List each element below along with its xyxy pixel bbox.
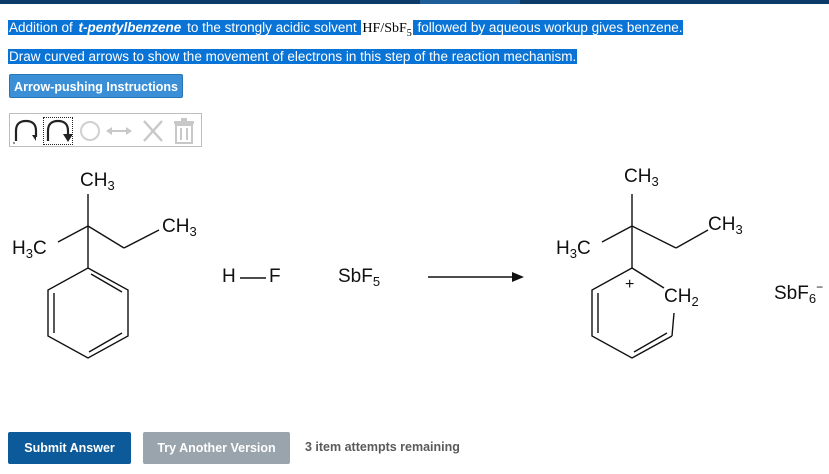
compound-name: t-pentylbenzene (77, 20, 183, 35)
reaction-canvas[interactable]: CH3 CH3 H3C H F SbF5 CH3 CH3 H3C + CH2 S… (0, 150, 829, 420)
reactant-bond-left (57, 225, 89, 243)
reactant-h3c-sub: 3 (25, 246, 33, 261)
references-tab[interactable] (420, 0, 520, 4)
product-bond-ch2 (631, 267, 665, 289)
product-h3c-c: C (576, 238, 591, 259)
reactant-bond-right (87, 225, 125, 249)
arrow-pushing-instructions-button[interactable]: Arrow-pushing Instructions (9, 74, 183, 98)
reactant-ch3-right-sub: 3 (189, 224, 197, 239)
acid-formula: HF/SbF5 (361, 21, 413, 39)
double-arrow-icon[interactable] (104, 117, 134, 145)
submit-answer-button[interactable]: Submit Answer (8, 432, 131, 464)
product-ch2-sub: 2 (691, 294, 699, 309)
product-h3c-h: H (556, 238, 570, 259)
drawing-toolbar (9, 113, 202, 147)
try-another-version-button[interactable]: Try Another Version (143, 432, 290, 464)
reaction-bonds (47, 194, 709, 359)
reactant-ch3-top-sub: 3 (107, 178, 115, 193)
reaction-arrow-head (512, 272, 524, 282)
sbf6-label: SbF6− (774, 280, 823, 306)
sbf5-label: SbF5 (338, 266, 380, 289)
product-ch3-top-text: CH (624, 166, 652, 187)
sbf6-sub: 6 (808, 291, 817, 306)
product-bond-left (601, 225, 633, 243)
trash-icon[interactable] (171, 117, 197, 145)
delete-x-icon[interactable] (140, 117, 166, 145)
instruction-text: Draw curved arrows to show the movement … (8, 49, 578, 64)
reactant-ch3-right: CH3 (162, 216, 197, 239)
compound-name-text: t-pentylbenzene (78, 20, 182, 35)
reactant-bond-ethyl (123, 229, 160, 249)
reactant-h3c-c: C (32, 238, 47, 259)
product-ch2-text: CH (664, 286, 692, 307)
question-text-part1: Addition of (8, 20, 78, 35)
single-electron-arrow-icon[interactable] (12, 117, 40, 145)
product-ch3-right: CH3 (708, 214, 743, 237)
reactant-h3c-h: H (12, 238, 26, 259)
question-text-part3: followed by aqueous workup gives benzene… (412, 20, 684, 35)
reactant-ch3-right-text: CH (162, 216, 190, 237)
attempts-remaining: 3 item attempts remaining (305, 440, 460, 454)
sbf5-sub: 5 (372, 274, 381, 289)
question-line-1: Addition of t-pentylbenzene to the stron… (8, 17, 684, 39)
hf-f: F (269, 266, 281, 287)
top-bar (0, 0, 829, 4)
sbf6-charge: − (816, 280, 824, 294)
reactant-ch3-top-text: CH (80, 170, 108, 191)
question-line-2: Draw curved arrows to show the movement … (8, 46, 578, 67)
product-ch3-right-text: CH (708, 214, 736, 235)
product-ch2: CH2 (664, 286, 699, 309)
sbf6-text: SbF (774, 283, 809, 304)
acid-sbf-sub: 5 (406, 27, 412, 39)
sbf5-text: SbF (338, 266, 373, 287)
product-ch3-top: CH3 (624, 166, 659, 189)
electron-pair-arrow-icon[interactable] (43, 117, 73, 145)
product-h3c: H3C (556, 238, 591, 261)
ring-selection-icon[interactable] (78, 117, 102, 145)
product-ch3-right-sub: 3 (735, 222, 743, 237)
question-text-part2: to the strongly acidic solvent (182, 20, 362, 35)
hf-h: H (222, 266, 236, 287)
acid-sbf: SbF (384, 21, 407, 36)
acid-hf: HF (362, 21, 381, 36)
product-bond-ethyl (675, 229, 709, 249)
reactant-benzene-ring (47, 267, 129, 359)
reactant-ch3-top: CH3 (80, 170, 115, 193)
reactant-h3c: H3C (12, 238, 47, 261)
product-h3c-sub: 3 (569, 246, 577, 261)
product-ch3-top-sub: 3 (651, 174, 659, 189)
product-bond-right (631, 225, 677, 249)
carbocation-charge: + (625, 276, 635, 293)
